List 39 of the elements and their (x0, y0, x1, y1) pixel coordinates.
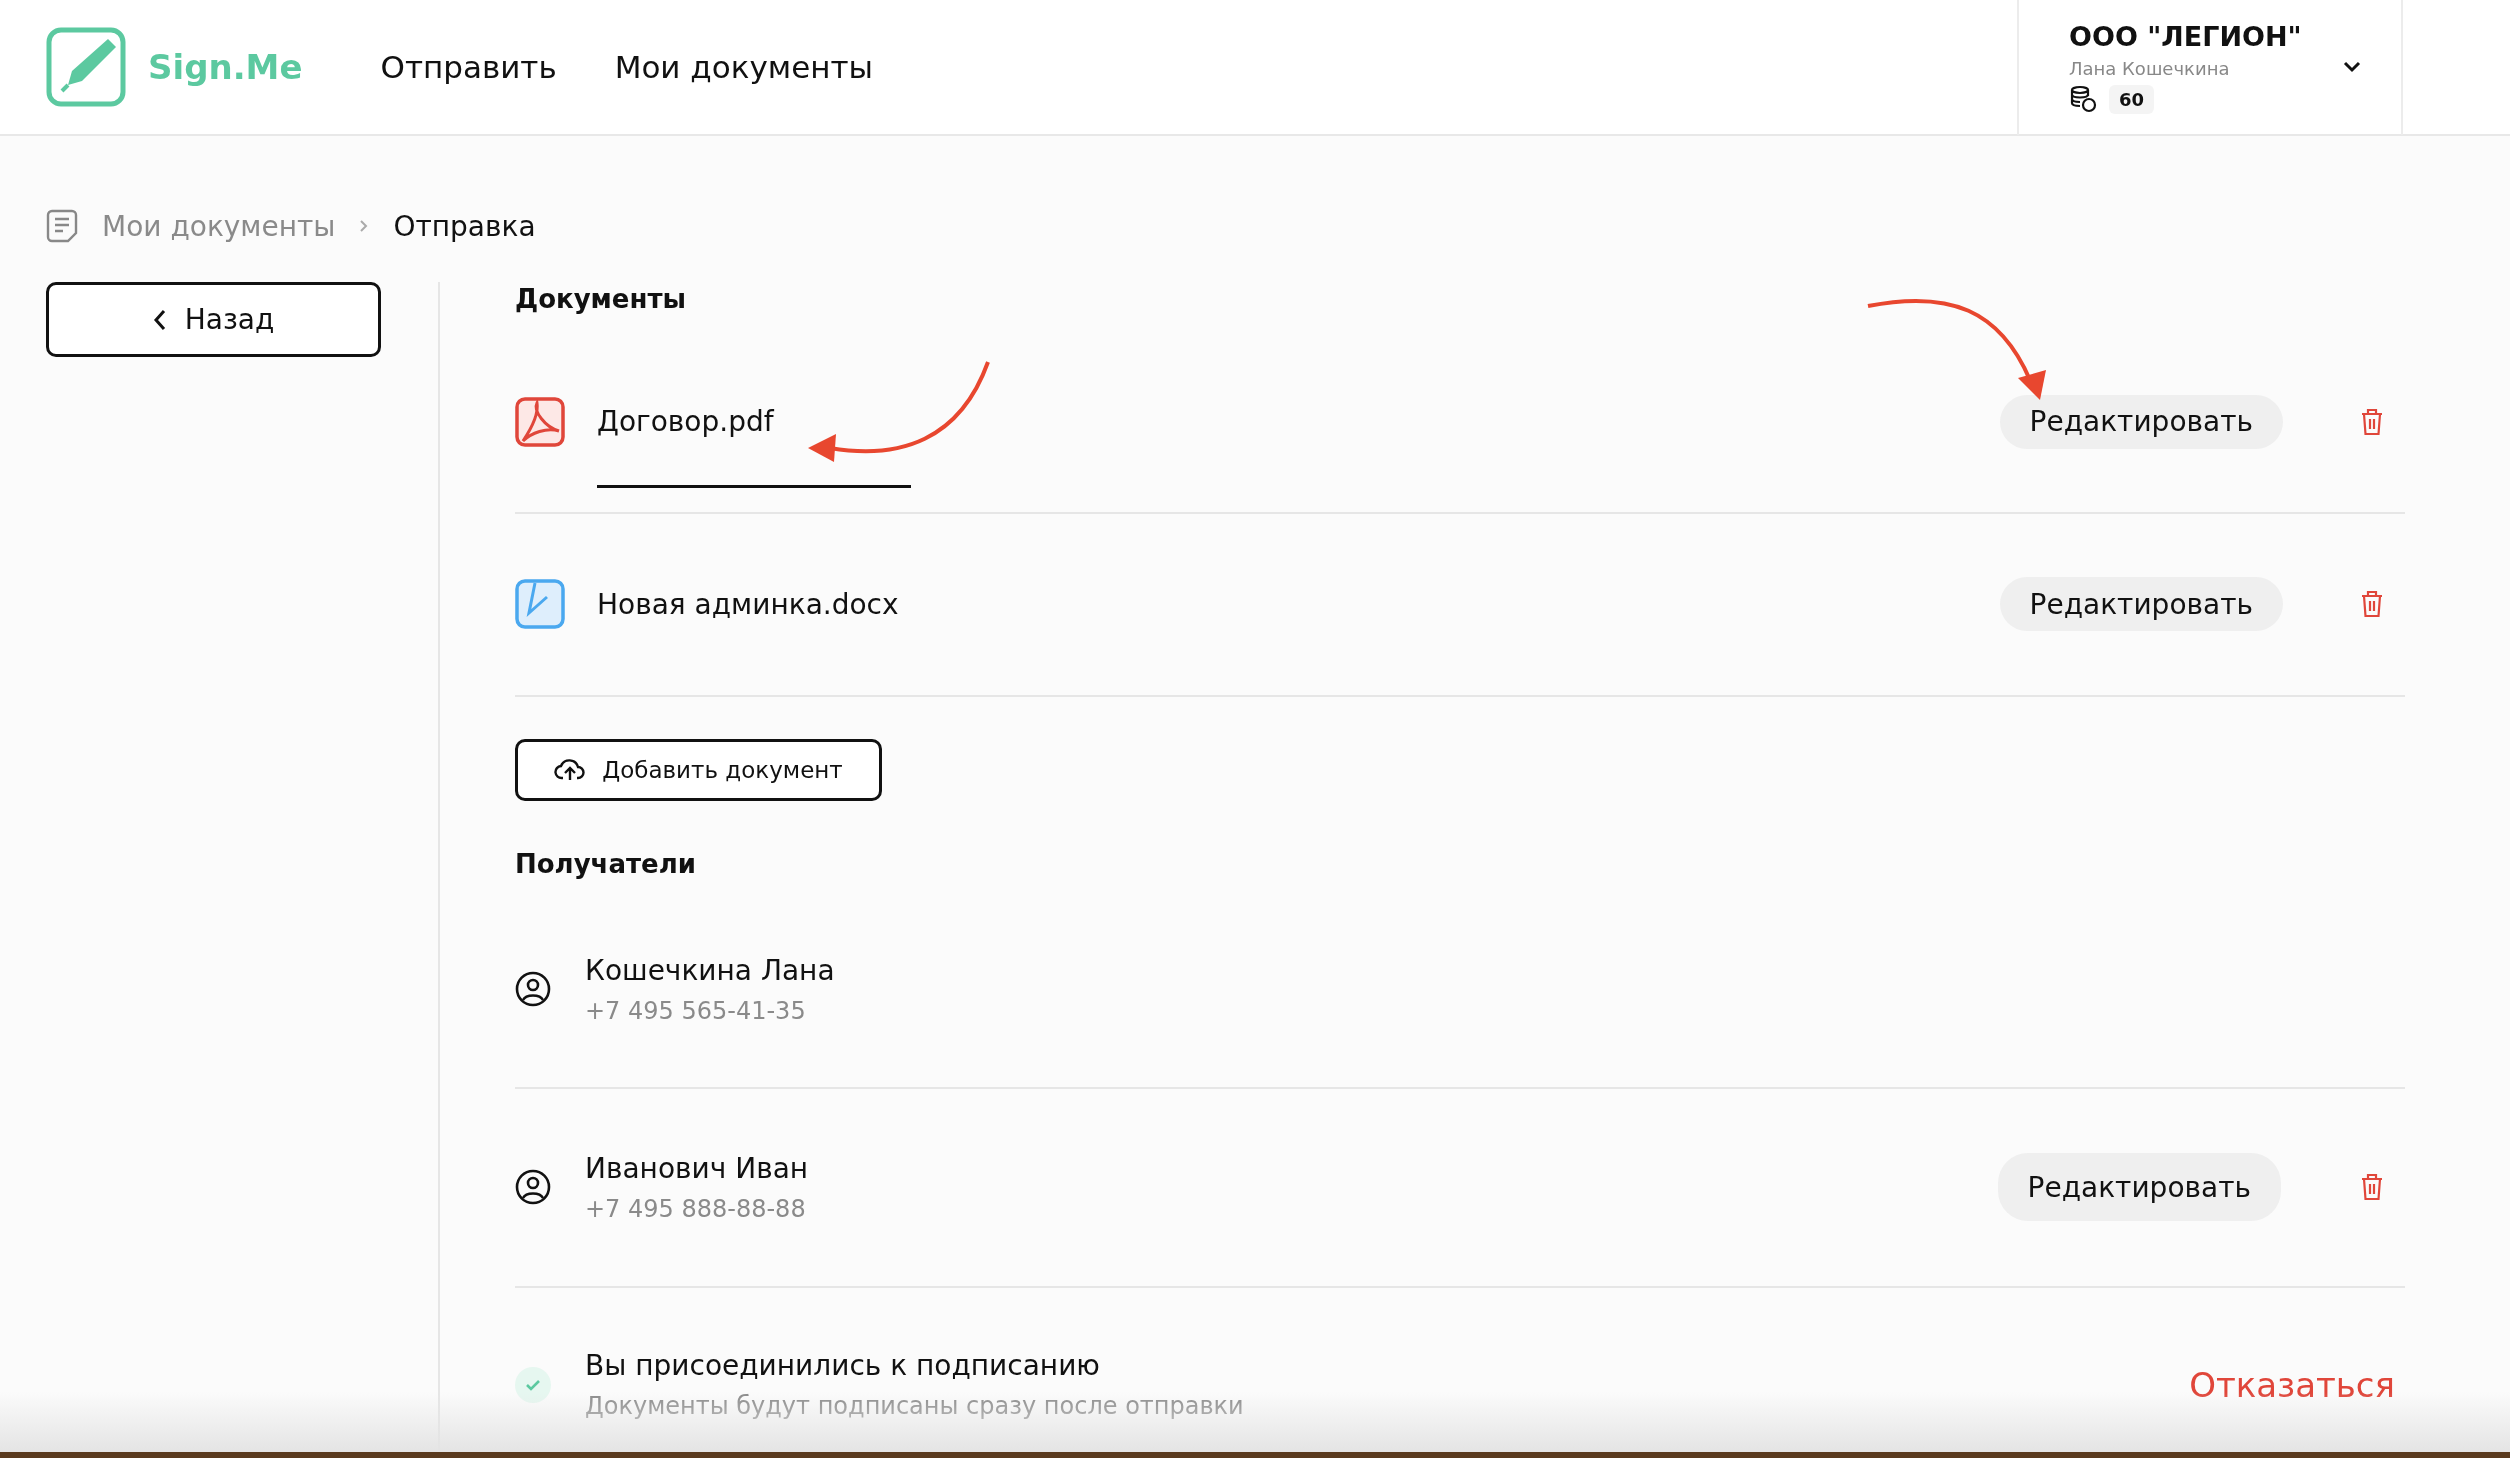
decline-link[interactable]: Отказаться (2189, 1364, 2395, 1405)
cloud-upload-icon (554, 757, 587, 782)
coins-icon (2069, 85, 2097, 113)
add-document-button[interactable]: Добавить документ (515, 738, 882, 802)
back-button[interactable]: Назад (46, 282, 381, 357)
account-panel[interactable]: ООО "ЛЕГИОН" Лана Кошечкина 60 (2017, 0, 2403, 135)
document-list-icon (46, 209, 78, 243)
balance-count: 60 (2109, 84, 2155, 114)
delete-icon[interactable] (2361, 407, 2383, 436)
document-file-icon (515, 579, 565, 630)
brand-name: Sign.Me (148, 47, 303, 87)
user-circle-icon (515, 971, 551, 1007)
organization-name: ООО "ЛЕГИОН" (2069, 20, 2303, 52)
pdf-file-icon (515, 396, 565, 447)
recipient-name: Кошечкина Лана (585, 953, 835, 987)
chevron-right-icon (359, 219, 370, 233)
section-title: Получатели (515, 848, 697, 882)
check-icon (515, 1366, 551, 1403)
delete-icon[interactable] (2361, 590, 2383, 619)
pen-logo-icon (46, 27, 126, 107)
edit-button[interactable]: Редактировать (1999, 577, 2283, 632)
delete-icon[interactable] (2361, 1173, 2383, 1202)
joined-subtitle: Документы будут подписаны сразу после отправки (585, 1392, 1244, 1421)
section-title: Документы (515, 283, 688, 316)
nav-link[interactable]: Мои документы (614, 49, 874, 85)
chevron-down-icon[interactable] (2343, 61, 2361, 73)
recipient-name: Иванович Иван (585, 1151, 809, 1185)
breadcrumb-link[interactable]: Отправка (393, 209, 536, 243)
user-circle-icon (515, 1169, 551, 1206)
recipient-phone: +7 495 565-41-35 (585, 996, 807, 1025)
document-name[interactable]: Договор.pdf (597, 405, 774, 439)
recipient-phone: +7 495 888-88-88 (585, 1194, 807, 1223)
edit-button[interactable]: Редактировать (1997, 1153, 2281, 1222)
edit-button[interactable]: Редактировать (1999, 394, 2283, 449)
joined-title: Вы присоединились к подписанию (585, 1349, 1101, 1383)
document-name[interactable]: Новая админка.docx (597, 587, 899, 621)
chevron-left-icon (152, 308, 167, 331)
user-name: Лана Кошечкина (2069, 57, 2231, 79)
nav-link[interactable]: Отправить (380, 49, 557, 85)
